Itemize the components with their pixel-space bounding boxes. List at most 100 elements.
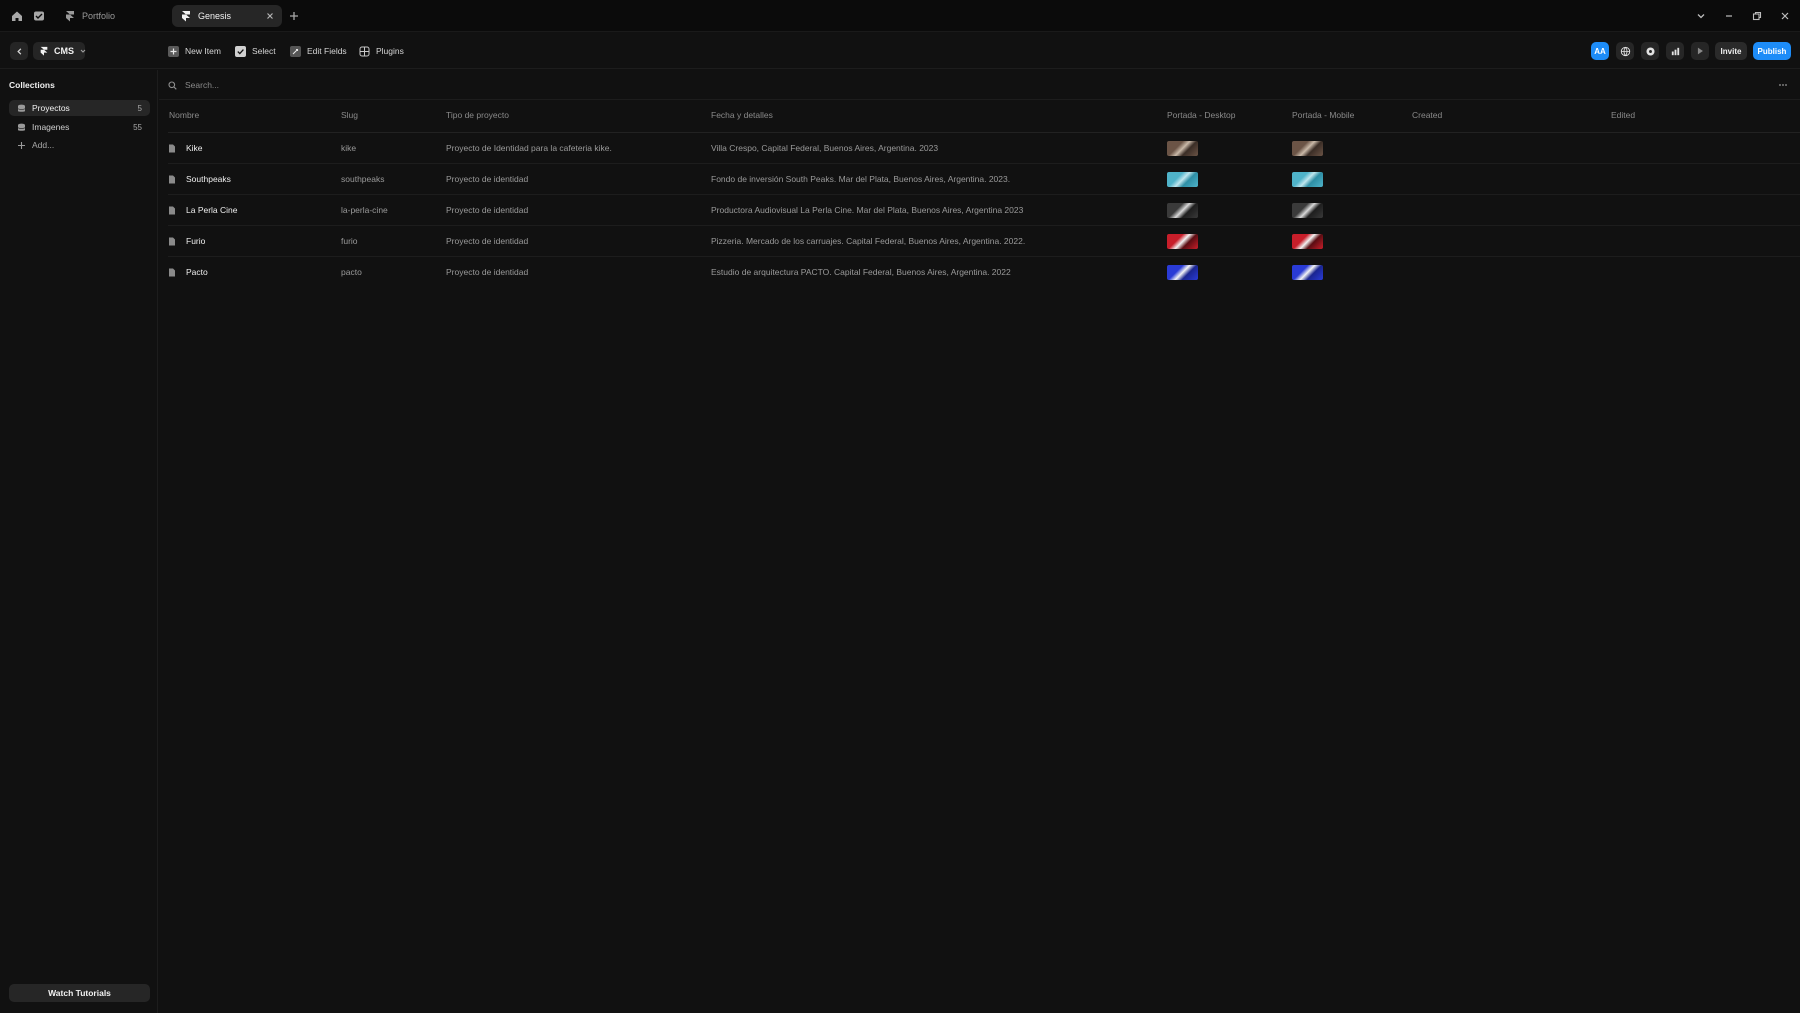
cms-table-area: Nombre Slug Tipo de proyecto Fecha y det… [159, 70, 1800, 1013]
thumbnail-mobile[interactable] [1292, 141, 1323, 156]
new-item-label: New Item [185, 46, 221, 56]
column-header-created[interactable]: Created [1412, 110, 1442, 126]
cell-nombre: Furio [186, 236, 206, 246]
search-input[interactable] [185, 78, 785, 92]
sidebar-item-label: Imagenes [32, 122, 70, 132]
grid-icon [359, 46, 370, 57]
column-header-edited[interactable]: Edited [1611, 110, 1635, 126]
plugins-label: Plugins [376, 46, 404, 56]
thumbnail-mobile[interactable] [1292, 234, 1323, 249]
add-collection-button[interactable]: Add... [9, 137, 150, 153]
cell-tipo: Proyecto de identidad [446, 236, 529, 246]
document-icon [168, 268, 176, 277]
settings-button[interactable] [1641, 42, 1659, 60]
watch-tutorials-button[interactable]: Watch Tutorials [9, 984, 150, 1002]
cell-tipo: Proyecto de Identidad para la cafeteria … [446, 143, 612, 153]
database-icon [17, 123, 26, 132]
invite-button[interactable]: Invite [1715, 42, 1747, 60]
cell-fecha: Fondo de inversión South Peaks. Mar del … [711, 174, 1011, 184]
table-row[interactable]: Pacto pacto Proyecto de identidad Estudi… [168, 256, 1800, 287]
table-row[interactable]: La Perla Cine la-perla-cine Proyecto de … [168, 194, 1800, 225]
restore-icon[interactable] [1750, 9, 1764, 23]
column-header-fecha[interactable]: Fecha y detalles [711, 110, 773, 126]
column-header-portada-desktop[interactable]: Portada - Desktop [1167, 110, 1236, 126]
globe-button[interactable] [1616, 42, 1634, 60]
item-count: 55 [133, 122, 142, 132]
cell-nombre: La Perla Cine [186, 205, 238, 215]
tab-portfolio[interactable]: Portfolio [56, 5, 148, 27]
new-item-button[interactable]: New Item [168, 43, 221, 59]
title-bar: Portfolio Genesis [0, 0, 1800, 32]
tab-genesis[interactable]: Genesis [172, 5, 282, 27]
framer-logo-icon [64, 10, 76, 22]
close-tab-icon[interactable] [264, 10, 276, 22]
column-header-slug[interactable]: Slug [341, 110, 358, 126]
column-header-nombre[interactable]: Nombre [169, 110, 199, 126]
publish-button[interactable]: Publish [1753, 42, 1791, 60]
thumbnail-desktop[interactable] [1167, 141, 1198, 156]
collections-title: Collections [9, 80, 55, 90]
more-options-icon[interactable] [1778, 81, 1788, 89]
play-icon [1697, 47, 1703, 55]
plugins-button[interactable]: Plugins [359, 43, 404, 59]
cms-label: CMS [54, 46, 74, 56]
cell-slug: southpeaks [341, 174, 385, 184]
cell-fecha: Villa Crespo, Capital Federal, Buenos Ai… [711, 143, 939, 153]
publish-label: Publish [1757, 46, 1787, 56]
column-header-tipo[interactable]: Tipo de proyecto [446, 110, 509, 126]
plus-icon [17, 141, 26, 150]
sidebar-item-imagenes[interactable]: Imagenes 55 [9, 119, 150, 135]
document-icon [168, 144, 176, 153]
inbox-icon[interactable] [32, 9, 46, 23]
cell-tipo: Proyecto de identidad [446, 174, 529, 184]
home-icon[interactable] [10, 9, 24, 23]
framer-logo-icon [39, 46, 49, 56]
search-icon [168, 81, 177, 90]
cell-fecha: Estudio de arquitectura PACTO. Capital F… [711, 267, 1011, 277]
close-window-icon[interactable] [1778, 9, 1792, 23]
thumbnail-desktop[interactable] [1167, 234, 1198, 249]
cell-tipo: Proyecto de identidad [446, 205, 529, 215]
cell-fecha: Productora Audiovisual La Perla Cine. Ma… [711, 205, 1024, 215]
select-button[interactable]: Select [235, 43, 276, 59]
checkbox-icon [235, 45, 246, 57]
aa-label: AA [1594, 46, 1606, 56]
document-icon [168, 206, 176, 215]
table-row[interactable]: Kike kike Proyecto de Identidad para la … [168, 132, 1800, 163]
sidebar-item-proyectos[interactable]: Proyectos 5 [9, 100, 150, 116]
table-row[interactable]: Furio furio Proyecto de identidad Pizzer… [168, 225, 1800, 256]
cms-menu-button[interactable]: CMS [33, 42, 86, 60]
cell-fecha: Pizzeria. Mercado de los carruajes. Capi… [711, 236, 1026, 246]
document-icon [168, 175, 176, 184]
chevron-down-icon[interactable] [1694, 9, 1708, 23]
cell-slug: furio [341, 236, 358, 246]
thumbnail-desktop[interactable] [1167, 203, 1198, 218]
minimize-icon[interactable] [1722, 9, 1736, 23]
cell-nombre: Southpeaks [186, 174, 231, 184]
gear-icon [1645, 46, 1655, 56]
thumbnail-mobile[interactable] [1292, 203, 1323, 218]
analytics-button[interactable] [1666, 42, 1684, 60]
thumbnail-desktop[interactable] [1167, 265, 1198, 280]
globe-icon [1620, 46, 1630, 56]
collections-sidebar: Collections Proyectos 5 Imagenes 55 Add.… [0, 70, 158, 1013]
thumbnail-mobile[interactable] [1292, 172, 1323, 187]
framer-logo-icon [180, 10, 192, 22]
cell-nombre: Pacto [186, 267, 208, 277]
table-row[interactable]: Southpeaks southpeaks Proyecto de identi… [168, 163, 1800, 194]
cell-slug: kike [341, 143, 357, 153]
edit-fields-button[interactable]: Edit Fields [290, 43, 347, 59]
sidebar-item-label: Proyectos [32, 103, 70, 113]
preview-button[interactable] [1691, 42, 1709, 60]
localization-aa-button[interactable]: AA [1591, 42, 1609, 60]
invite-label: Invite [1720, 46, 1742, 56]
add-label: Add... [32, 140, 55, 150]
new-tab-plus-icon[interactable] [287, 9, 301, 23]
column-header-portada-mobile[interactable]: Portada - Mobile [1292, 110, 1354, 126]
select-label: Select [252, 46, 276, 56]
chevron-left-icon [16, 47, 21, 55]
back-button[interactable] [10, 42, 28, 60]
cell-slug: la-perla-cine [341, 205, 388, 215]
thumbnail-desktop[interactable] [1167, 172, 1198, 187]
thumbnail-mobile[interactable] [1292, 265, 1323, 280]
